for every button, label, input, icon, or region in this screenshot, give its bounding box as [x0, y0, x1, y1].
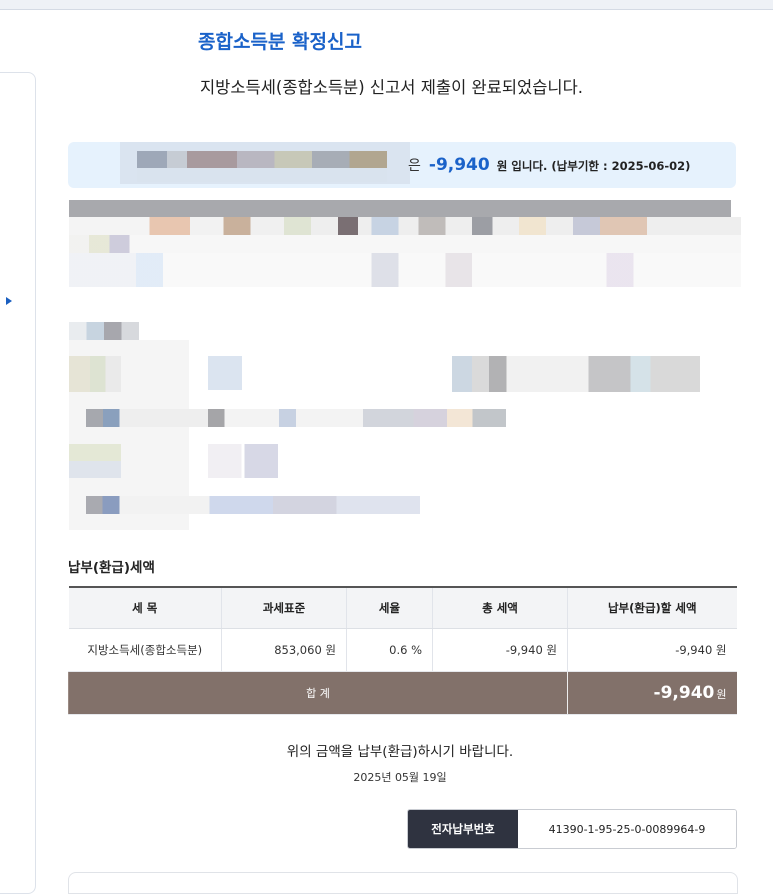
electronic-payment-number-box: 전자납부번호 41390-1-95-25-0-0089964-9: [407, 809, 737, 849]
cell-total: -9,940 원: [432, 628, 568, 672]
total-amount-cell: -9,940 원: [567, 671, 737, 715]
notice-amount: -9,940: [428, 155, 490, 175]
total-label: 합 계: [68, 671, 568, 715]
total-row: 합 계 -9,940 원: [68, 671, 737, 715]
redacted-text: [69, 253, 741, 287]
closing-message-wrap: 위의 금액을 납부(환급)하시기 바랍니다.: [0, 740, 773, 760]
payment-number-value[interactable]: 41390-1-95-25-0-0089964-9: [518, 810, 736, 848]
tax-section-title: 납부(환급)세액: [68, 560, 155, 576]
tax-table: 세 목 과세표준 세율 총 세액 납부(환급)할 세액 지방소득세(종합소득분)…: [68, 586, 737, 715]
redacted-text: [69, 444, 121, 478]
total-amount: -9,940: [653, 683, 715, 703]
cell-base: 853,060 원: [221, 628, 347, 672]
redacted-text: [208, 444, 278, 478]
payment-number-label: 전자납부번호: [408, 810, 518, 848]
page-title: 종합소득분 확정신고: [198, 31, 362, 53]
col-header-rate: 세율: [346, 586, 433, 629]
redacted-table-header: [69, 200, 731, 217]
table-header-row: 세 목 과세표준 세율 총 세액 납부(환급)할 세액: [68, 586, 737, 629]
expand-arrow-icon[interactable]: [6, 297, 12, 305]
redacted-text: [86, 409, 506, 427]
next-section-panel: [68, 872, 738, 894]
col-header-payable: 납부(환급)할 세액: [567, 586, 737, 629]
issue-date-wrap: 2025년 05월 19일: [0, 769, 773, 785]
redacted-text: [208, 356, 242, 390]
total-unit: 원: [716, 688, 727, 701]
redacted-text: [69, 235, 741, 253]
cell-item: 지방소득세(종합소득분): [68, 628, 222, 672]
redacted-text: [69, 322, 139, 340]
redacted-text: [69, 217, 741, 235]
redacted-text: [137, 168, 387, 182]
col-header-base: 과세표준: [221, 586, 347, 629]
redacted-text: [86, 496, 420, 514]
completion-message: 지방소득세(종합소득분) 신고서 제출이 완료되었습니다.: [200, 78, 583, 97]
cell-rate: 0.6 %: [346, 628, 433, 672]
col-header-total: 총 세액: [432, 586, 568, 629]
redacted-text: [137, 151, 387, 168]
notice-amount-line: 은 -9,940 원 입니다. (납부기한 : 2025-06-02): [408, 155, 690, 175]
col-header-item: 세 목: [68, 586, 222, 629]
notice-deadline: 원 입니다. (납부기한 : 2025-06-02): [496, 159, 691, 173]
cell-payable: -9,940 원: [567, 628, 737, 672]
redacted-text: [69, 356, 121, 392]
table-row: 지방소득세(종합소득분) 853,060 원 0.6 % -9,940 원 -9…: [68, 628, 737, 672]
closing-message: 위의 금액을 납부(환급)하시기 바랍니다.: [286, 744, 514, 760]
issue-date: 2025년 05월 19일: [353, 771, 447, 784]
redacted-text: [452, 356, 700, 392]
browser-top-bar: [0, 0, 773, 10]
notice-particle: 은: [408, 158, 421, 174]
